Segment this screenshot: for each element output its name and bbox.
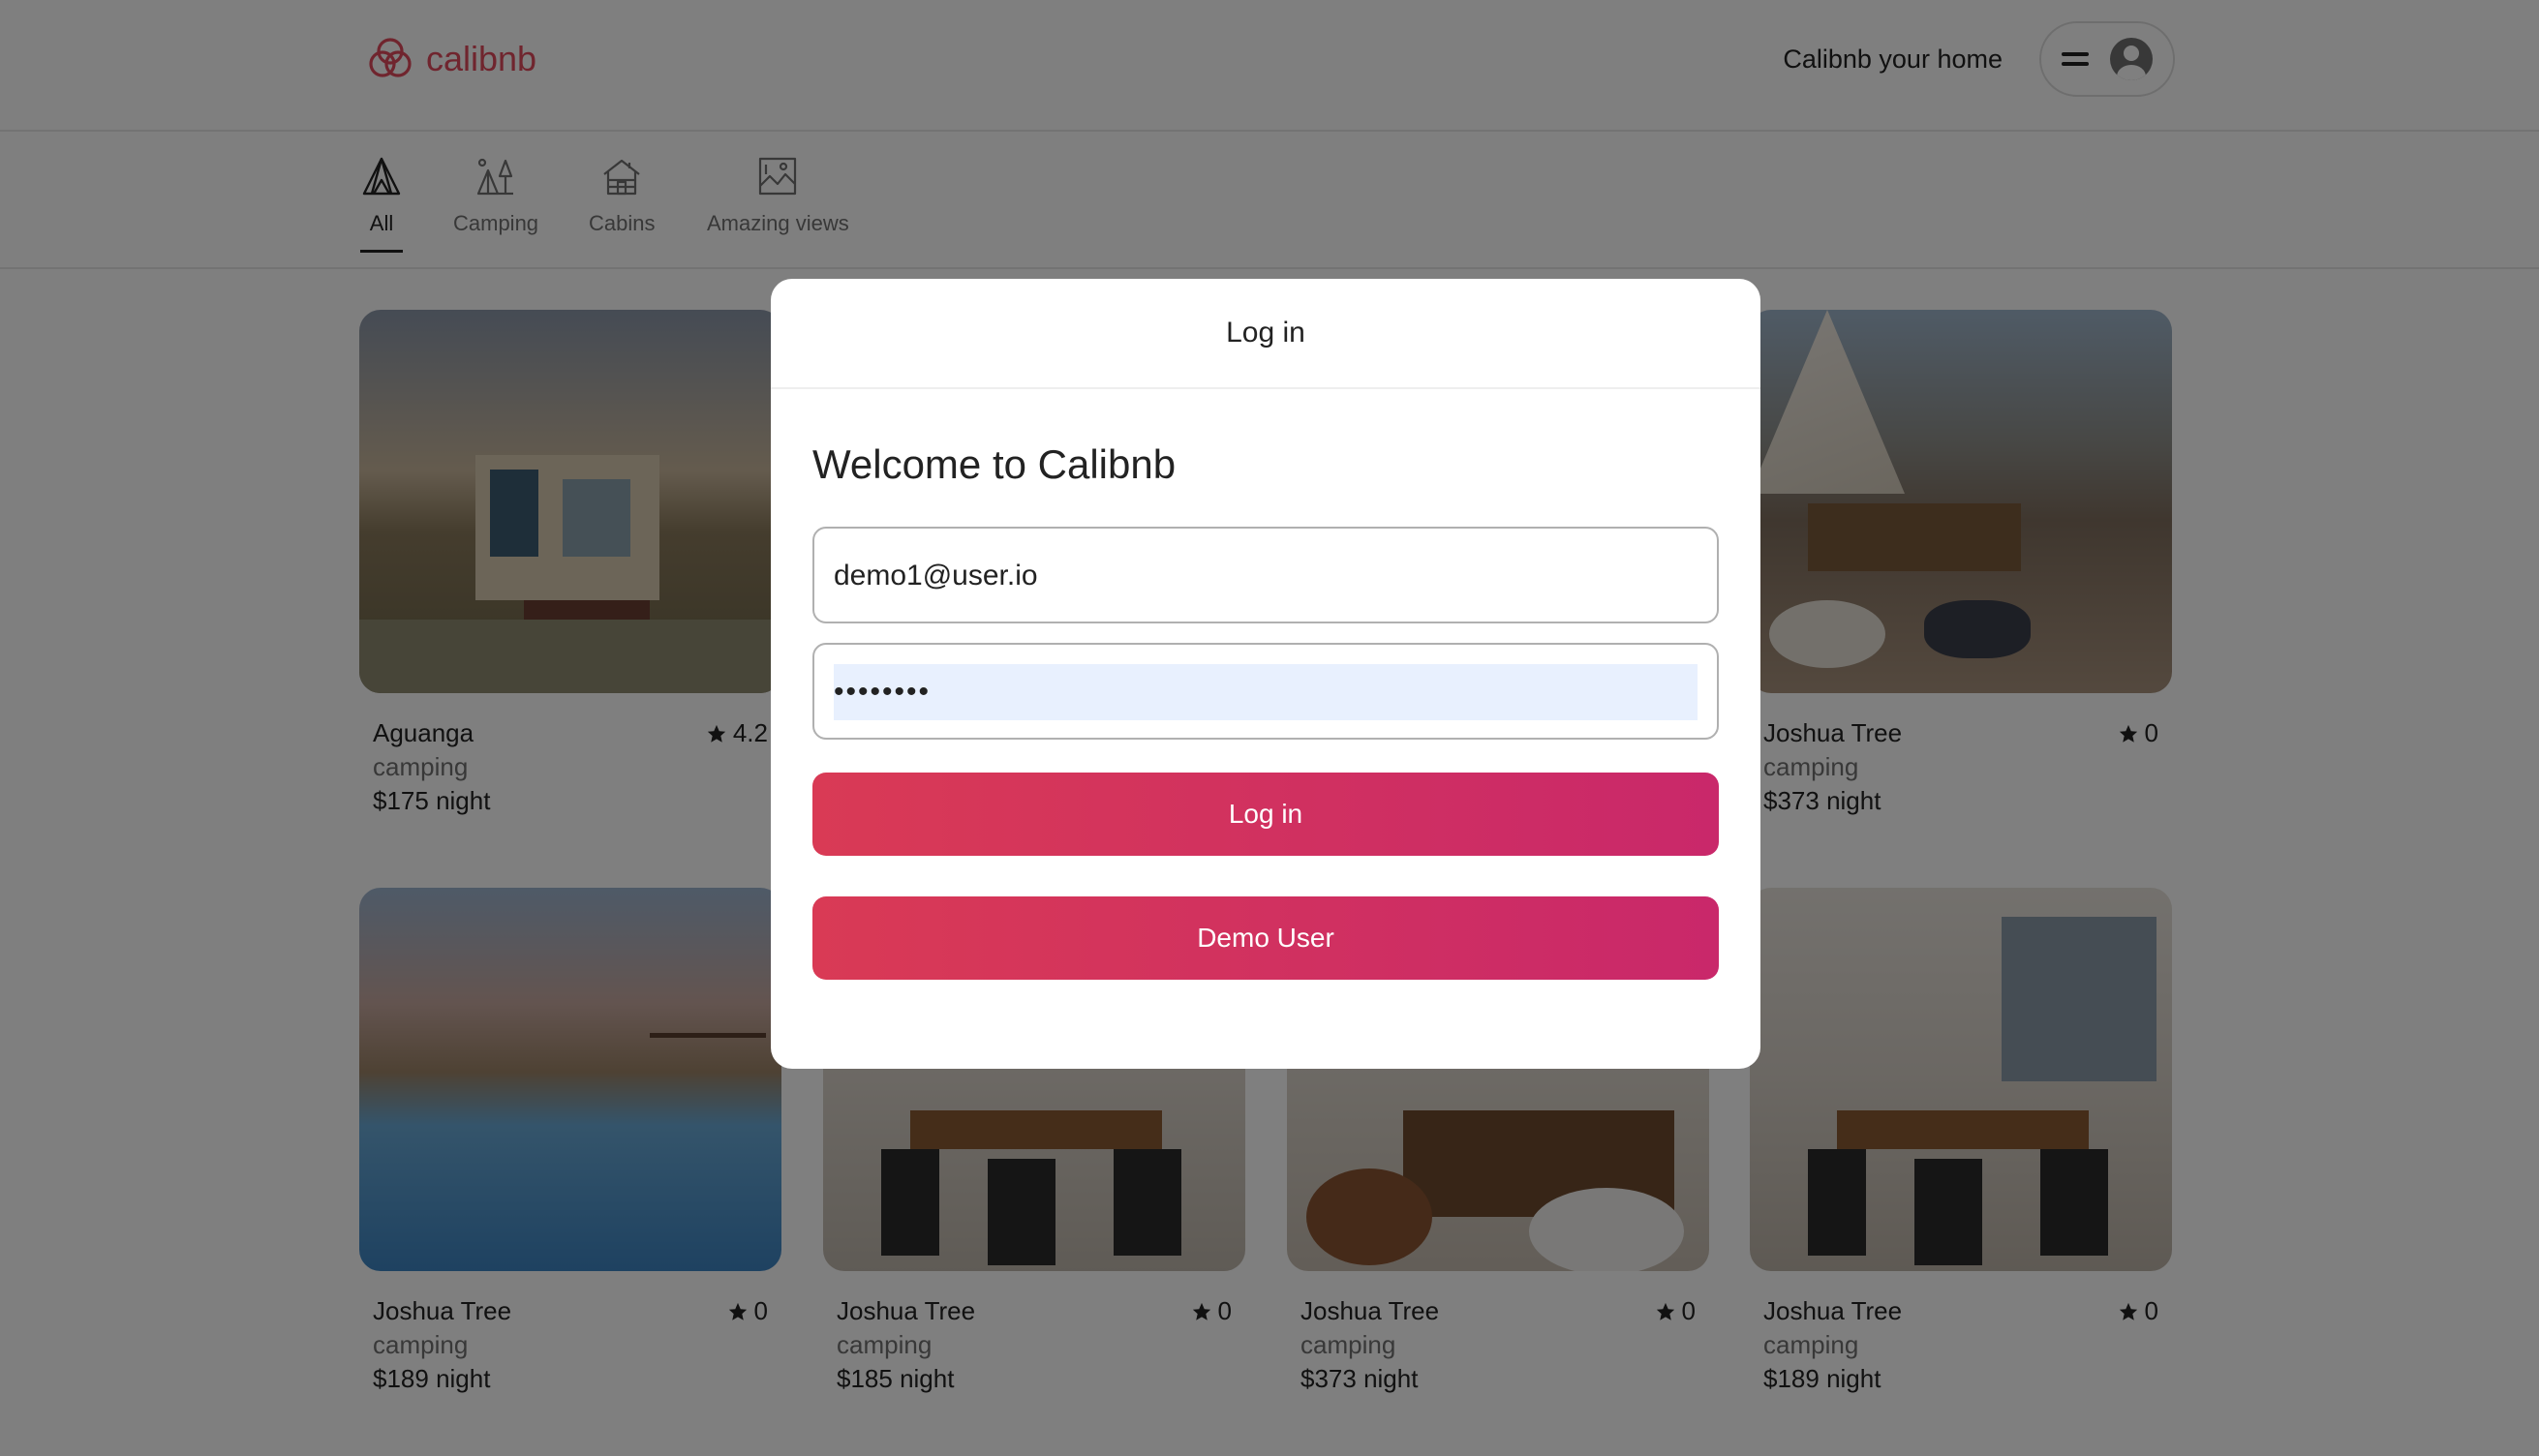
password-field[interactable] bbox=[812, 643, 1719, 740]
welcome-heading: Welcome to Calibnb bbox=[812, 441, 1177, 487]
modal-title: Log in bbox=[771, 279, 1760, 389]
demo-user-button[interactable]: Demo User bbox=[812, 896, 1719, 980]
password-input[interactable] bbox=[834, 664, 1698, 720]
login-modal: Log in Welcome to Calibnb Log in Demo Us… bbox=[771, 279, 1760, 1069]
email-field[interactable] bbox=[812, 527, 1719, 623]
login-button[interactable]: Log in bbox=[812, 773, 1719, 856]
email-input[interactable] bbox=[834, 548, 1698, 604]
